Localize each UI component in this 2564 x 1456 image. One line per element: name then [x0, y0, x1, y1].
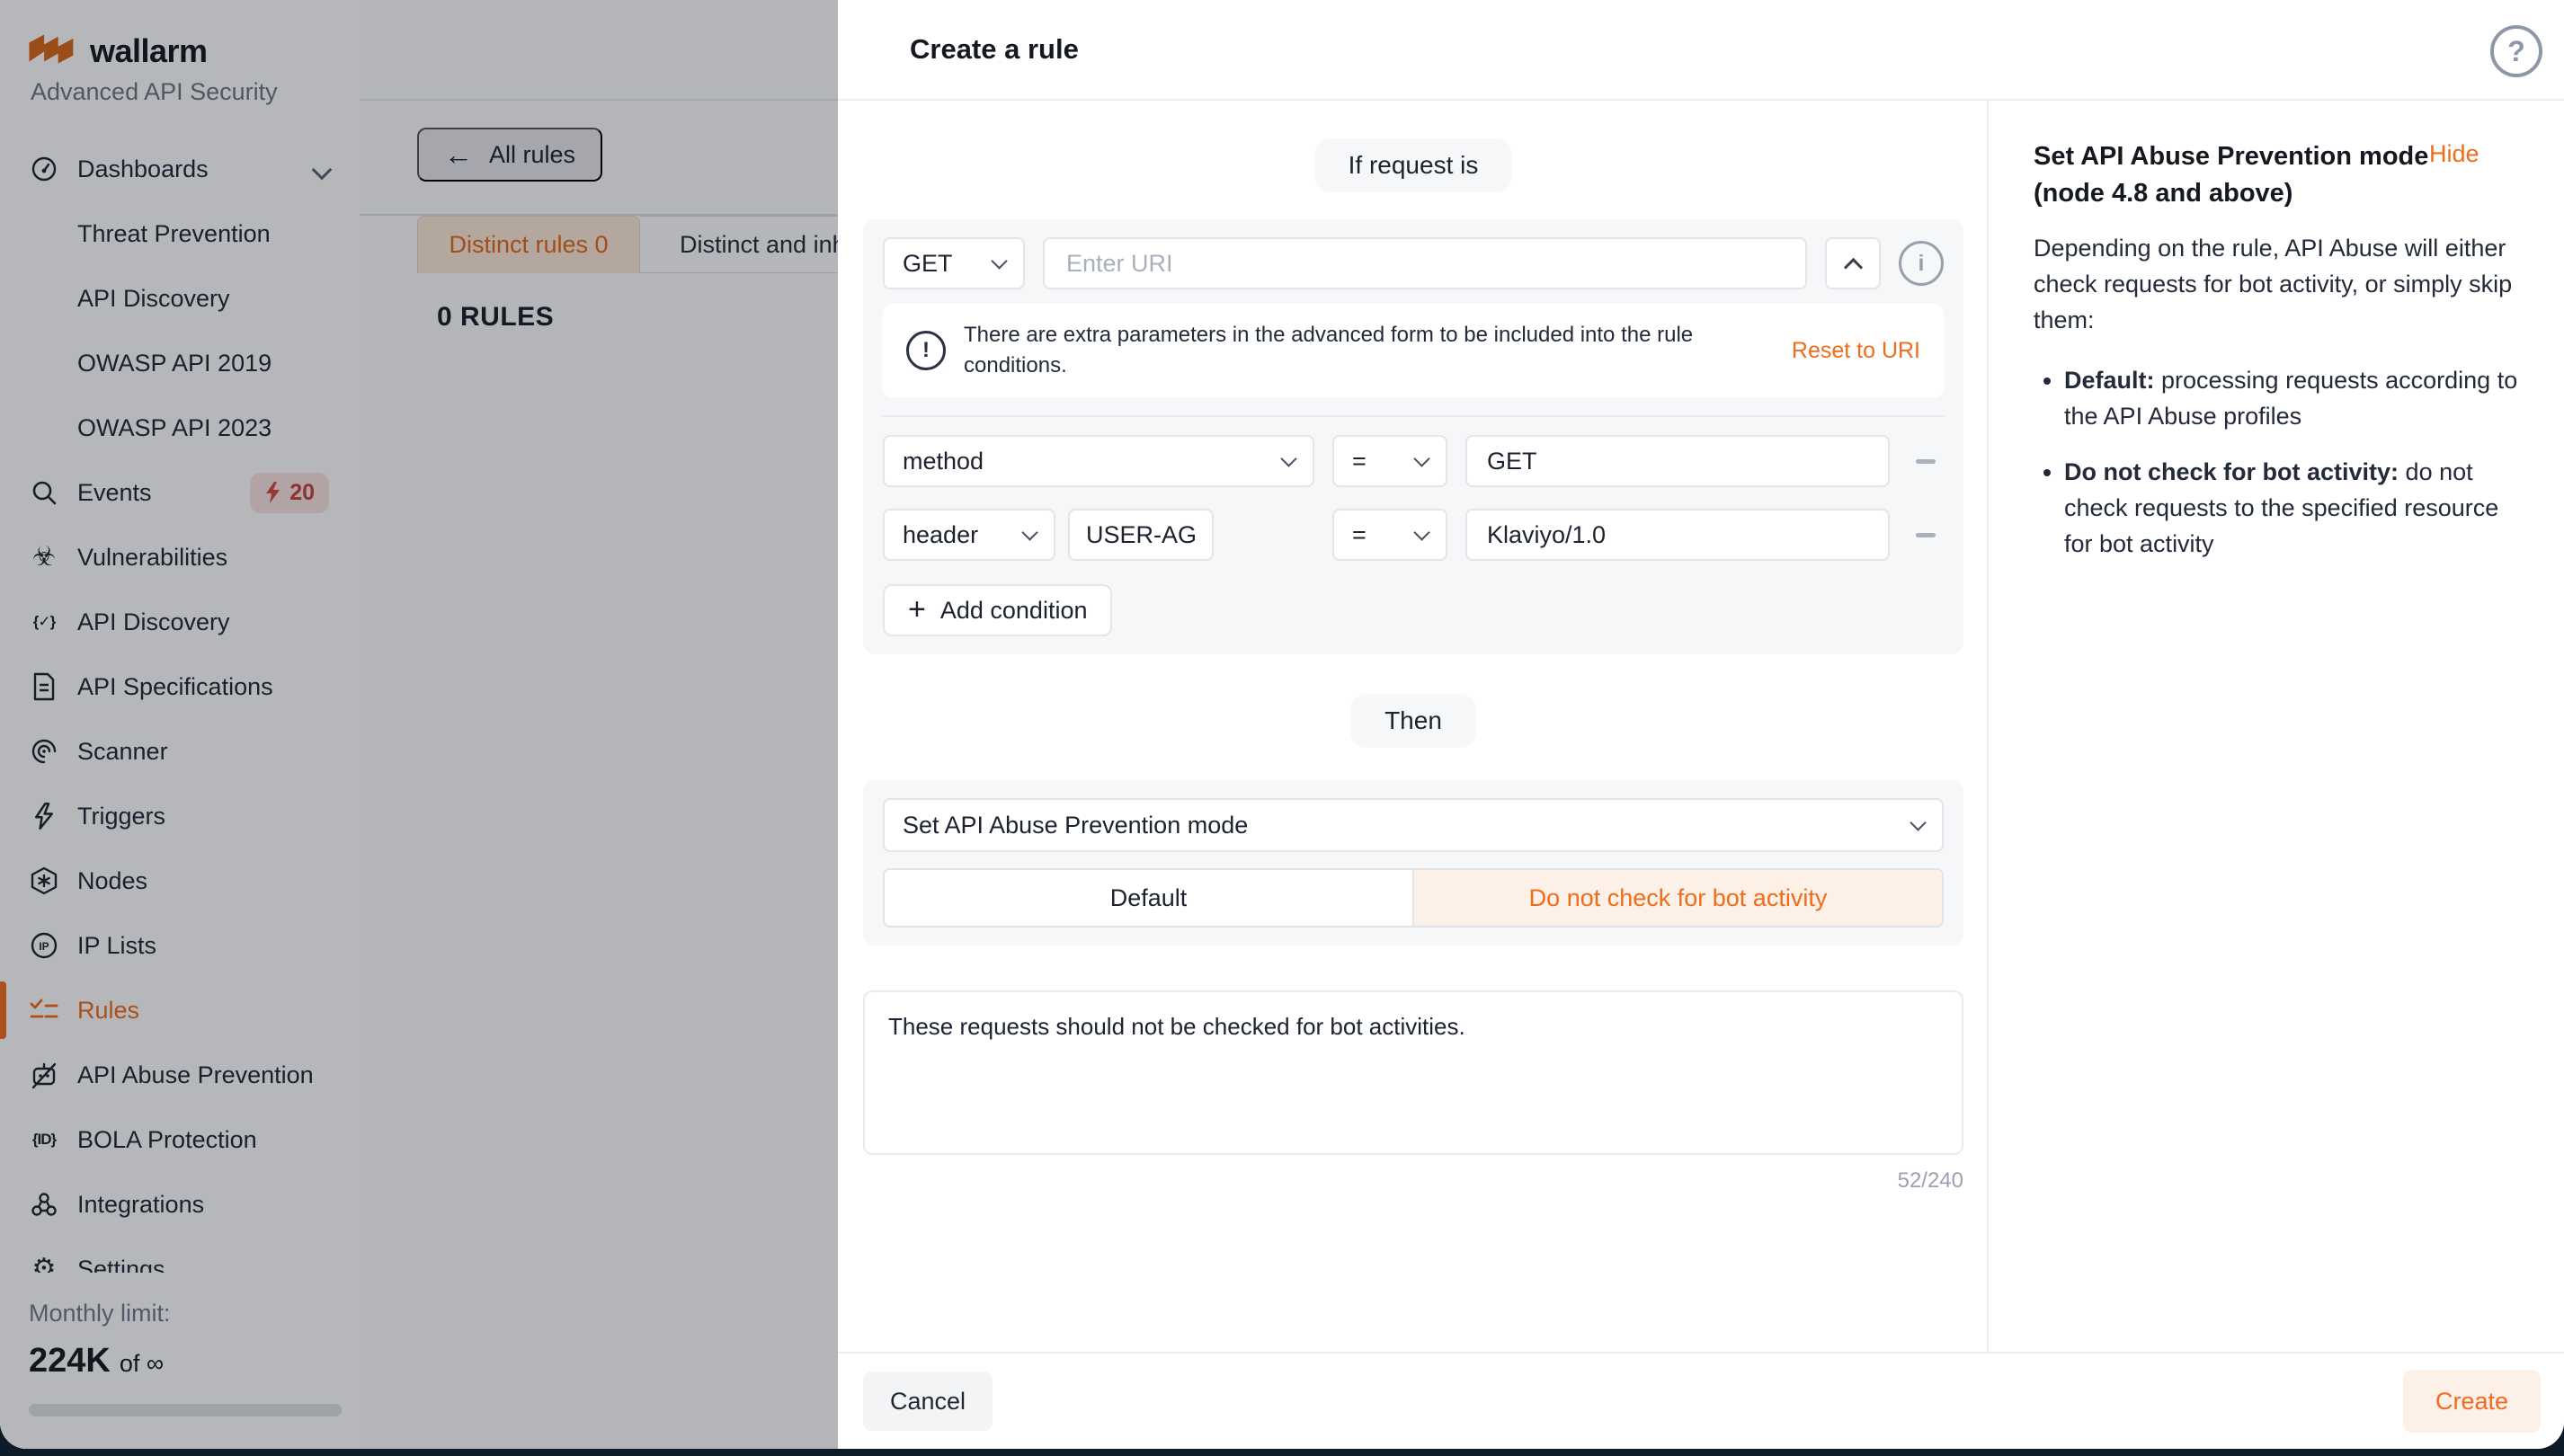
collapse-advanced-button[interactable]	[1825, 237, 1881, 289]
bullet-term: Default:	[2064, 367, 2155, 394]
help-icon[interactable]: ?	[2490, 25, 2542, 77]
add-condition-label: Add condition	[940, 597, 1088, 625]
help-intro: Depending on the rule, API Abuse will ei…	[2034, 230, 2521, 338]
operator-value: =	[1352, 448, 1367, 475]
add-condition-button[interactable]: + Add condition	[883, 584, 1112, 636]
field-value: header	[903, 521, 978, 549]
chevron-down-icon	[1280, 450, 1296, 466]
remove-condition-button[interactable]	[1908, 435, 1944, 487]
app-window: wallarm Advanced API Security Dashboards…	[0, 0, 2564, 1449]
hide-help-link[interactable]: Hide	[2429, 140, 2479, 168]
remove-condition-button[interactable]	[1908, 509, 1944, 561]
character-counter: 52/240	[863, 1168, 1963, 1194]
condition-value-input[interactable]	[1465, 509, 1890, 561]
field-value: method	[903, 448, 984, 475]
http-method-select[interactable]: GET	[883, 237, 1025, 289]
condition-key-input[interactable]	[1068, 509, 1214, 561]
chevron-up-icon	[1843, 257, 1862, 276]
help-panel: Set API Abuse Prevention mode (node 4.8 …	[1989, 101, 2564, 1352]
help-bullet: Do not check for bot activity: do not ch…	[2064, 454, 2521, 562]
help-bullet: Default: processing requests according t…	[2064, 362, 2521, 434]
condition-field-select[interactable]: method	[883, 435, 1314, 487]
condition-value-input[interactable]	[1465, 435, 1890, 487]
method-value: GET	[903, 250, 953, 278]
alert-glyph: !	[922, 338, 930, 363]
mode-option-do-not-check[interactable]: Do not check for bot activity	[1414, 870, 1942, 926]
chevron-down-icon	[1413, 524, 1429, 540]
modal-header: Create a rule ?	[838, 0, 2564, 101]
plus-icon: +	[908, 594, 926, 625]
then-pill: Then	[1350, 694, 1476, 748]
rule-description-textarea[interactable]: These requests should not be checked for…	[863, 990, 1963, 1155]
uri-input[interactable]	[1043, 237, 1807, 289]
chevron-down-icon	[1413, 450, 1429, 466]
bullet-term: Do not check for bot activity:	[2064, 458, 2399, 485]
extra-parameters-warning: ! There are extra parameters in the adva…	[883, 304, 1944, 397]
request-conditions-card: GET i !	[863, 219, 1963, 654]
chevron-down-icon	[1021, 524, 1037, 540]
reset-to-uri-link[interactable]: Reset to URI	[1792, 338, 1920, 364]
warning-text: There are extra parameters in the advanc…	[964, 320, 1774, 381]
minus-icon	[1916, 459, 1936, 464]
operator-value: =	[1352, 521, 1367, 549]
modal-footer: Cancel Create	[838, 1352, 2564, 1449]
modal-title: Create a rule	[910, 33, 1079, 66]
create-button[interactable]: Create	[2403, 1370, 2541, 1433]
condition-operator-select[interactable]: =	[1332, 435, 1447, 487]
minus-icon	[1916, 533, 1936, 537]
create-rule-modal: Create a rule ? If request is GET	[838, 0, 2564, 1449]
action-value: Set API Abuse Prevention mode	[903, 812, 1248, 839]
help-title: Set API Abuse Prevention mode (node 4.8 …	[2034, 138, 2429, 212]
info-icon[interactable]: i	[1899, 241, 1944, 286]
help-bullets: Default: processing requests according t…	[2034, 362, 2521, 562]
conditions-divider	[881, 415, 1945, 417]
alert-icon: !	[906, 331, 946, 370]
condition-row: method =	[883, 435, 1944, 487]
info-glyph: i	[1919, 251, 1925, 277]
chevron-down-icon	[1910, 814, 1926, 830]
condition-operator-select[interactable]: =	[1332, 509, 1447, 561]
if-request-is-pill: If request is	[1314, 138, 1513, 192]
mode-option-default[interactable]: Default	[885, 870, 1414, 926]
condition-row: header =	[883, 509, 1944, 561]
action-select[interactable]: Set API Abuse Prevention mode	[883, 798, 1944, 852]
cancel-button[interactable]: Cancel	[863, 1372, 993, 1431]
question-glyph: ?	[2507, 35, 2525, 68]
rule-form: If request is GET i	[838, 101, 1989, 1352]
condition-field-select[interactable]: header	[883, 509, 1055, 561]
action-card: Set API Abuse Prevention mode Default Do…	[863, 780, 1963, 946]
chevron-down-icon	[991, 253, 1007, 269]
mode-segmented-control: Default Do not check for bot activity	[883, 868, 1944, 928]
